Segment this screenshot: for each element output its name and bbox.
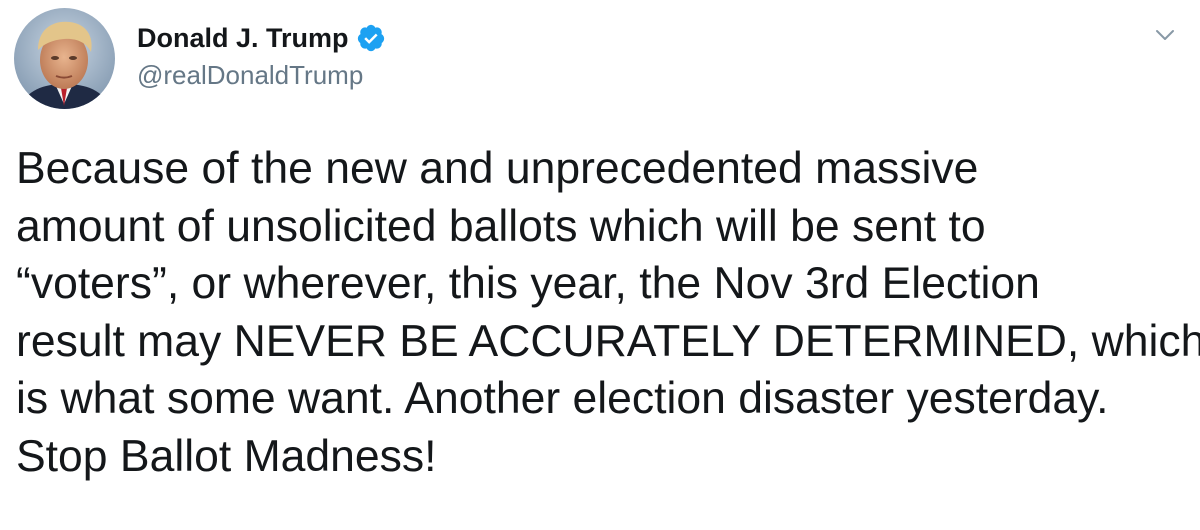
author-block: Donald J. Trump @realDonaldTrump: [137, 20, 386, 91]
chevron-down-icon[interactable]: [1150, 20, 1180, 50]
tweet-text-line: “voters”, or wherever, this year, the No…: [16, 259, 1040, 309]
tweet-card: Donald J. Trump @realDonaldTrump Because…: [0, 0, 1200, 530]
avatar-image: [14, 8, 115, 109]
tweet-text: Because of the new and unprecedented mas…: [16, 140, 1200, 486]
name-row: Donald J. Trump: [137, 20, 386, 56]
handle[interactable]: @realDonaldTrump: [137, 60, 386, 91]
verified-badge-icon: [356, 23, 386, 53]
tweet-text-line: Because of the new and unprecedented mas…: [16, 144, 979, 193]
avatar[interactable]: [14, 8, 115, 109]
tweet-text-line: result may NEVER BE ACCURATELY DETERMINE…: [16, 316, 1200, 366]
display-name[interactable]: Donald J. Trump: [137, 23, 349, 54]
tweet-text-line: amount of unsolicited ballots which will…: [16, 201, 986, 251]
tweet-text-line: Stop Ballot Madness!: [16, 431, 437, 481]
tweet-text-line: is what some want. Another election disa…: [16, 374, 1109, 424]
